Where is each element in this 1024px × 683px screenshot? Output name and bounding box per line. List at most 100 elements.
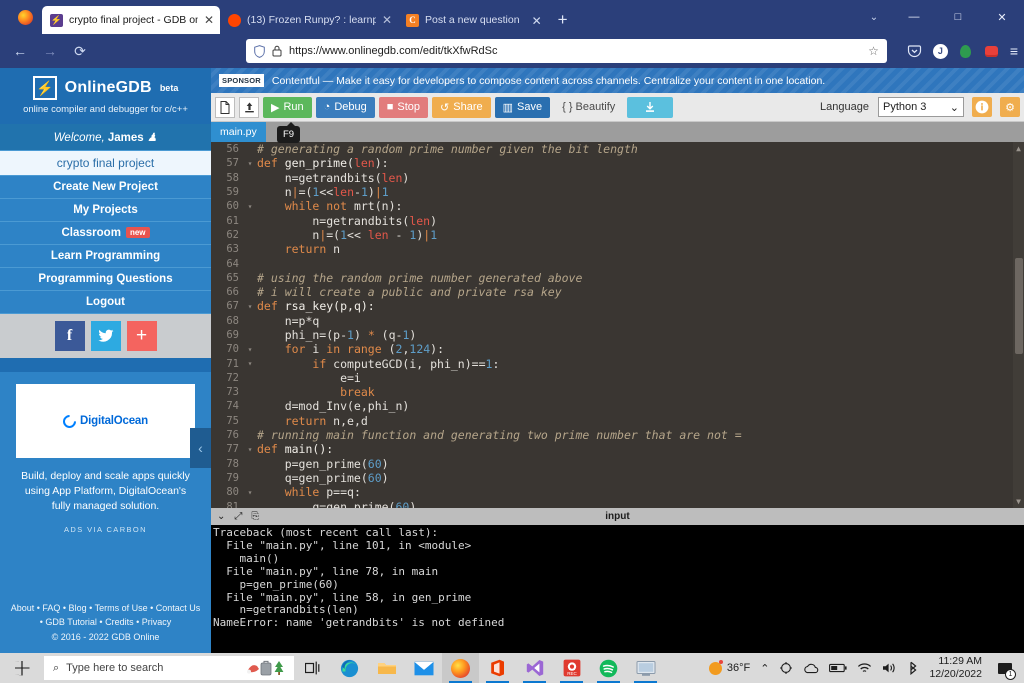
taskbar-app-spotify[interactable] — [590, 653, 627, 683]
battery-icon[interactable] — [829, 663, 847, 673]
weather-widget[interactable]: 36°F — [709, 662, 750, 675]
settings-button[interactable]: ⚙ — [1000, 97, 1020, 117]
upload-icon[interactable] — [239, 97, 259, 118]
code-line[interactable]: 63 return n — [211, 242, 1024, 256]
copy-output-icon[interactable]: ⎘ — [251, 511, 259, 522]
code-line[interactable]: 68 n=p*q — [211, 314, 1024, 328]
expand-console-icon[interactable]: ⤢ — [234, 511, 242, 522]
taskbar-app-file-explorer[interactable] — [368, 653, 405, 683]
onedrive-sync-icon[interactable] — [779, 661, 793, 675]
code-line[interactable]: 61 n=getrandbits(len) — [211, 213, 1024, 227]
code-line[interactable]: 58 n=getrandbits(len) — [211, 171, 1024, 185]
scroll-down-arrow-icon[interactable]: ▼ — [1014, 497, 1023, 506]
sidebar-item-learn-programming[interactable]: Learn Programming — [0, 245, 211, 268]
code-line[interactable]: 78 p=gen_prime(60) — [211, 457, 1024, 471]
footer-links-1[interactable]: About • FAQ • Blog • Terms of Use • Cont… — [4, 601, 207, 615]
code-line[interactable]: 77▾def main(): — [211, 442, 1024, 456]
close-icon[interactable]: ✕ — [204, 13, 214, 27]
code-line[interactable]: 80▾ while p==q: — [211, 485, 1024, 499]
fold-toggle-icon[interactable]: ▾ — [245, 345, 255, 354]
code-line[interactable]: 75 return n,e,d — [211, 414, 1024, 428]
collapse-console-icon[interactable]: ⌄ — [217, 511, 225, 522]
new-file-icon[interactable] — [215, 97, 235, 118]
beautify-button[interactable]: { } Beautify — [554, 97, 623, 118]
footer-links-2[interactable]: • GDB Tutorial • Credits • Privacy — [4, 615, 207, 629]
debug-button[interactable]: ◔ Debug — [316, 97, 375, 118]
browser-tab-0[interactable]: ⚡ crypto final project - GDB online ✕ — [42, 6, 220, 34]
file-tab-main-py[interactable]: main.py — [211, 122, 266, 142]
bookmark-star-icon[interactable]: ☆ — [868, 44, 879, 58]
menu-icon[interactable]: ≡ — [1010, 44, 1018, 58]
code-line[interactable]: 72 e=i — [211, 371, 1024, 385]
address-bar[interactable]: https://www.onlinegdb.com/edit/tkXfwRdSc… — [246, 39, 887, 63]
taskbar-app-recorder[interactable]: REC — [553, 653, 590, 683]
notification-bell-icon[interactable]: ♟ — [147, 132, 157, 144]
console-output[interactable]: Traceback (most recent call last): File … — [211, 525, 1024, 653]
taskbar-app-remote-desktop[interactable] — [627, 653, 664, 683]
fold-toggle-icon[interactable]: ▾ — [245, 159, 255, 168]
sidebar-item-my-projects[interactable]: My Projects — [0, 199, 211, 222]
language-select[interactable]: Python 3 ⌄ — [878, 97, 964, 117]
search-input[interactable]: ⌕ Type here to search — [44, 656, 294, 680]
taskbar-app-mail[interactable] — [405, 653, 442, 683]
new-tab-button[interactable]: + — [548, 10, 576, 34]
code-line[interactable]: 74 d=mod_Inv(e,phi_n) — [211, 399, 1024, 413]
run-button[interactable]: ▶ Run — [263, 97, 312, 118]
more-share-button[interactable]: + — [127, 321, 157, 351]
share-button[interactable]: ↺ Share — [432, 97, 491, 118]
code-line[interactable]: 79 q=gen_prime(60) — [211, 471, 1024, 485]
sidebar-item-classroom[interactable]: Classroomnew — [0, 222, 211, 245]
code-line[interactable]: 59 n|=(1<<len-1)|1 — [211, 185, 1024, 199]
browser-tab-1[interactable]: (13) Frozen Runpy? : learnpytho ✕ — [220, 6, 398, 34]
extension-icon[interactable] — [984, 43, 1000, 59]
close-window-button[interactable]: ✕ — [980, 0, 1024, 34]
sponsor-banner[interactable]: SPONSOR Contentful — Make it easy for de… — [211, 68, 1024, 93]
sidebar-item-programming-questions[interactable]: Programming Questions — [0, 268, 211, 291]
fold-toggle-icon[interactable]: ▾ — [245, 359, 255, 368]
fold-toggle-icon[interactable]: ▾ — [245, 302, 255, 311]
code-line[interactable]: 70▾ for i in range (2,124): — [211, 342, 1024, 356]
scroll-up-arrow-icon[interactable]: ▲ — [1014, 144, 1023, 153]
browser-tab-2[interactable]: C Post a new question — [398, 6, 526, 34]
code-line[interactable]: 60▾ while not mrt(n): — [211, 199, 1024, 213]
code-line[interactable]: 73 break — [211, 385, 1024, 399]
close-icon[interactable]: ✕ — [382, 13, 392, 27]
code-line[interactable]: 65# using the random prime number genera… — [211, 271, 1024, 285]
taskbar-app-firefox[interactable] — [442, 653, 479, 683]
start-button[interactable] — [0, 653, 44, 683]
code-line[interactable]: 81 q=gen_prime(60) — [211, 499, 1024, 508]
code-line[interactable]: 57▾def gen_prime(len): — [211, 156, 1024, 170]
show-hidden-icons-button[interactable]: ⌃ — [760, 662, 769, 675]
minimize-button[interactable]: — — [892, 0, 936, 34]
taskbar-clock[interactable]: 11:29 AM 12/20/2022 — [929, 655, 982, 681]
notifications-button[interactable]: 1 — [992, 653, 1018, 683]
account-avatar[interactable]: J — [933, 44, 948, 59]
fold-toggle-icon[interactable]: ▾ — [245, 445, 255, 454]
code-line[interactable]: 71▾ if computeGCD(i, phi_n)==1: — [211, 356, 1024, 370]
code-line[interactable]: 56# generating a random prime number giv… — [211, 142, 1024, 156]
back-button[interactable]: ← — [6, 38, 34, 64]
code-line[interactable]: 69 phi_n=(p-1) * (q-1) — [211, 328, 1024, 342]
volume-icon[interactable] — [882, 662, 897, 674]
save-button[interactable]: ▥ Save — [495, 97, 550, 118]
sidebar-item-crypto-final-project[interactable]: crypto final project — [0, 151, 211, 176]
cloud-icon[interactable] — [803, 663, 819, 674]
editor-scrollbar[interactable]: ▲ ▼ — [1013, 142, 1024, 508]
forward-button[interactable]: → — [36, 38, 64, 64]
taskbar-app-edge[interactable] — [331, 653, 368, 683]
pocket-icon[interactable] — [907, 43, 923, 59]
close-icon[interactable]: ✕ — [526, 14, 548, 34]
chevron-down-icon[interactable]: ⌄ — [856, 0, 892, 34]
info-button[interactable] — [972, 97, 992, 117]
wifi-icon[interactable] — [857, 662, 872, 674]
sidebar-item-create-new-project[interactable]: Create New Project — [0, 176, 211, 199]
maximize-button[interactable]: □ — [936, 0, 980, 34]
sidebar-advertisement[interactable]: DigitalOcean Build, deploy and scale app… — [0, 372, 211, 542]
fold-toggle-icon[interactable]: ▾ — [245, 202, 255, 211]
task-view-button[interactable] — [294, 653, 331, 683]
code-line[interactable]: 62 n|=(1<< len - 1)|1 — [211, 228, 1024, 242]
code-line[interactable]: 67▾def rsa_key(p,q): — [211, 299, 1024, 313]
scrollbar-thumb[interactable] — [1015, 258, 1023, 354]
stop-button[interactable]: ■ Stop — [379, 97, 428, 118]
taskbar-app-office[interactable] — [479, 653, 516, 683]
